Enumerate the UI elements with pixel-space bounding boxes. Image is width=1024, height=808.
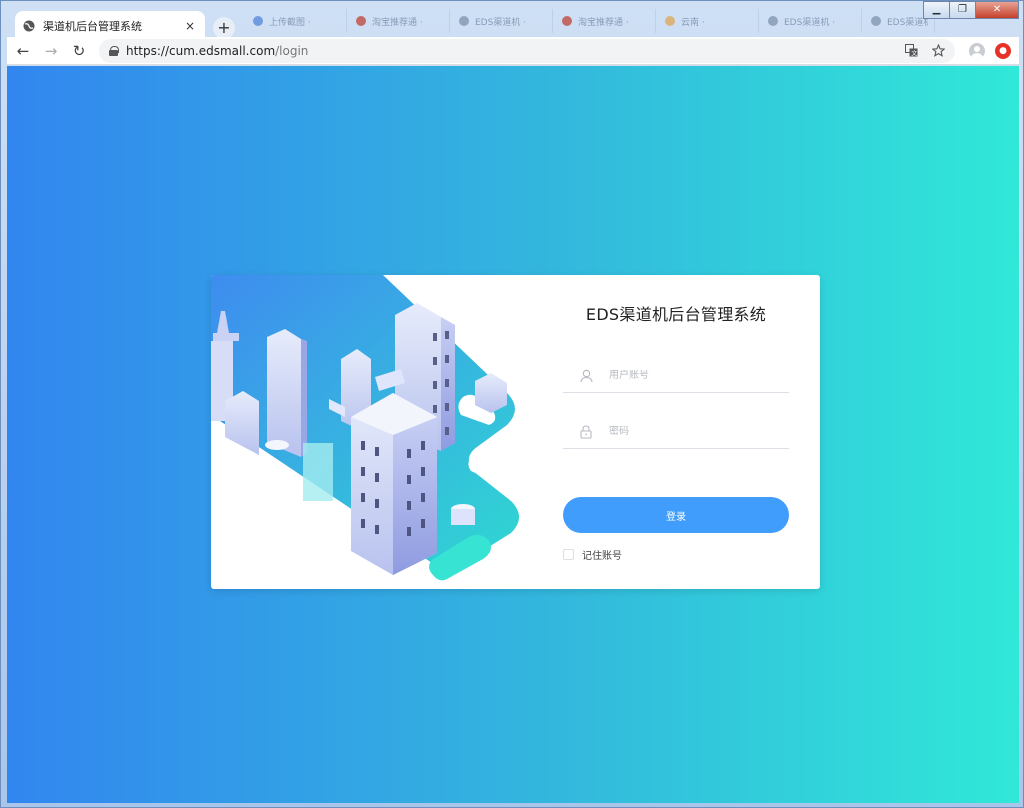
login-card: EDS渠道机后台管理系统 登录 记住账号 bbox=[211, 275, 820, 589]
tab-favicon-icon bbox=[253, 16, 263, 26]
minimize-button[interactable]: ▁ bbox=[923, 1, 950, 19]
tab-background[interactable]: EDS渠道机 · bbox=[453, 9, 553, 33]
back-button[interactable]: ← bbox=[11, 39, 35, 63]
forward-button[interactable]: → bbox=[39, 39, 63, 63]
translate-icon[interactable]: 文 bbox=[905, 44, 918, 57]
tab-title: 淘宝推荐通 · bbox=[578, 17, 629, 28]
new-tab-button[interactable]: + bbox=[213, 17, 235, 39]
profile-avatar-icon[interactable] bbox=[969, 42, 985, 59]
tab-title: 渠道机后台管理系统 bbox=[43, 20, 142, 33]
login-button[interactable]: 登录 bbox=[563, 497, 789, 533]
page-viewport: EDS渠道机后台管理系统 登录 记住账号 bbox=[7, 66, 1019, 803]
login-form: EDS渠道机后台管理系统 登录 记住账号 bbox=[563, 275, 789, 562]
username-field[interactable] bbox=[563, 359, 789, 393]
tab-background[interactable]: 云南 · bbox=[659, 9, 759, 33]
tab-background[interactable]: 上传截图 · bbox=[247, 9, 347, 33]
city-illustration bbox=[211, 275, 519, 581]
tab-title: 上传截图 · bbox=[269, 17, 311, 28]
tab-favicon-icon bbox=[459, 16, 469, 26]
close-window-button[interactable]: ✕ bbox=[975, 1, 1019, 19]
tab-favicon-icon bbox=[665, 16, 675, 26]
url-path: /login bbox=[275, 43, 309, 58]
tab-favicon-icon bbox=[768, 16, 778, 26]
remember-account[interactable]: 记住账号 bbox=[563, 547, 789, 562]
url-host: https://cum.edsmall.com bbox=[126, 43, 276, 58]
tab-title: EDS渠道机 · bbox=[887, 17, 928, 28]
tab-title: 云南 · bbox=[681, 17, 705, 28]
restore-button[interactable]: ❐ bbox=[949, 1, 976, 19]
svg-text:文: 文 bbox=[911, 50, 917, 58]
globe-icon bbox=[23, 20, 35, 32]
username-input[interactable] bbox=[609, 370, 789, 381]
extension-icon[interactable]: ● bbox=[995, 42, 1011, 59]
browser-toolbar: ← → ↻ https://cum.edsmall.com/login 文 ● bbox=[7, 37, 1019, 65]
lock-icon bbox=[580, 424, 592, 439]
remember-checkbox[interactable] bbox=[563, 549, 574, 560]
tab-title: EDS渠道机 · bbox=[475, 17, 527, 28]
tab-favicon-icon bbox=[356, 16, 366, 26]
tab-background[interactable]: EDS渠道机 · bbox=[762, 9, 862, 33]
reload-button[interactable]: ↻ bbox=[67, 39, 91, 63]
tab-favicon-icon bbox=[871, 16, 881, 26]
password-input[interactable] bbox=[609, 426, 789, 437]
tab-background[interactable]: 淘宝推荐通 · bbox=[350, 9, 450, 33]
login-title: EDS渠道机后台管理系统 bbox=[585, 305, 767, 324]
browser-window: 渠道机后台管理系统 × + 上传截图 · 淘宝推荐通 · EDS渠道机 · 淘宝… bbox=[0, 0, 1024, 808]
tab-favicon-icon bbox=[562, 16, 572, 26]
star-icon[interactable] bbox=[932, 44, 945, 57]
password-field[interactable] bbox=[563, 415, 789, 449]
tab-title: 淘宝推荐通 · bbox=[372, 17, 423, 28]
lock-icon[interactable] bbox=[109, 45, 119, 56]
remember-label: 记住账号 bbox=[582, 551, 622, 562]
tab-title: EDS渠道机 · bbox=[784, 17, 836, 28]
tab-strip: 渠道机后台管理系统 × + 上传截图 · 淘宝推荐通 · EDS渠道机 · 淘宝… bbox=[7, 7, 935, 41]
address-bar[interactable]: https://cum.edsmall.com/login 文 bbox=[99, 38, 955, 63]
user-icon bbox=[579, 369, 593, 382]
tab-background[interactable]: 淘宝推荐通 · bbox=[556, 9, 656, 33]
close-tab-icon[interactable]: × bbox=[183, 19, 197, 33]
window-controls: ▁ ❐ ✕ bbox=[923, 1, 1019, 19]
